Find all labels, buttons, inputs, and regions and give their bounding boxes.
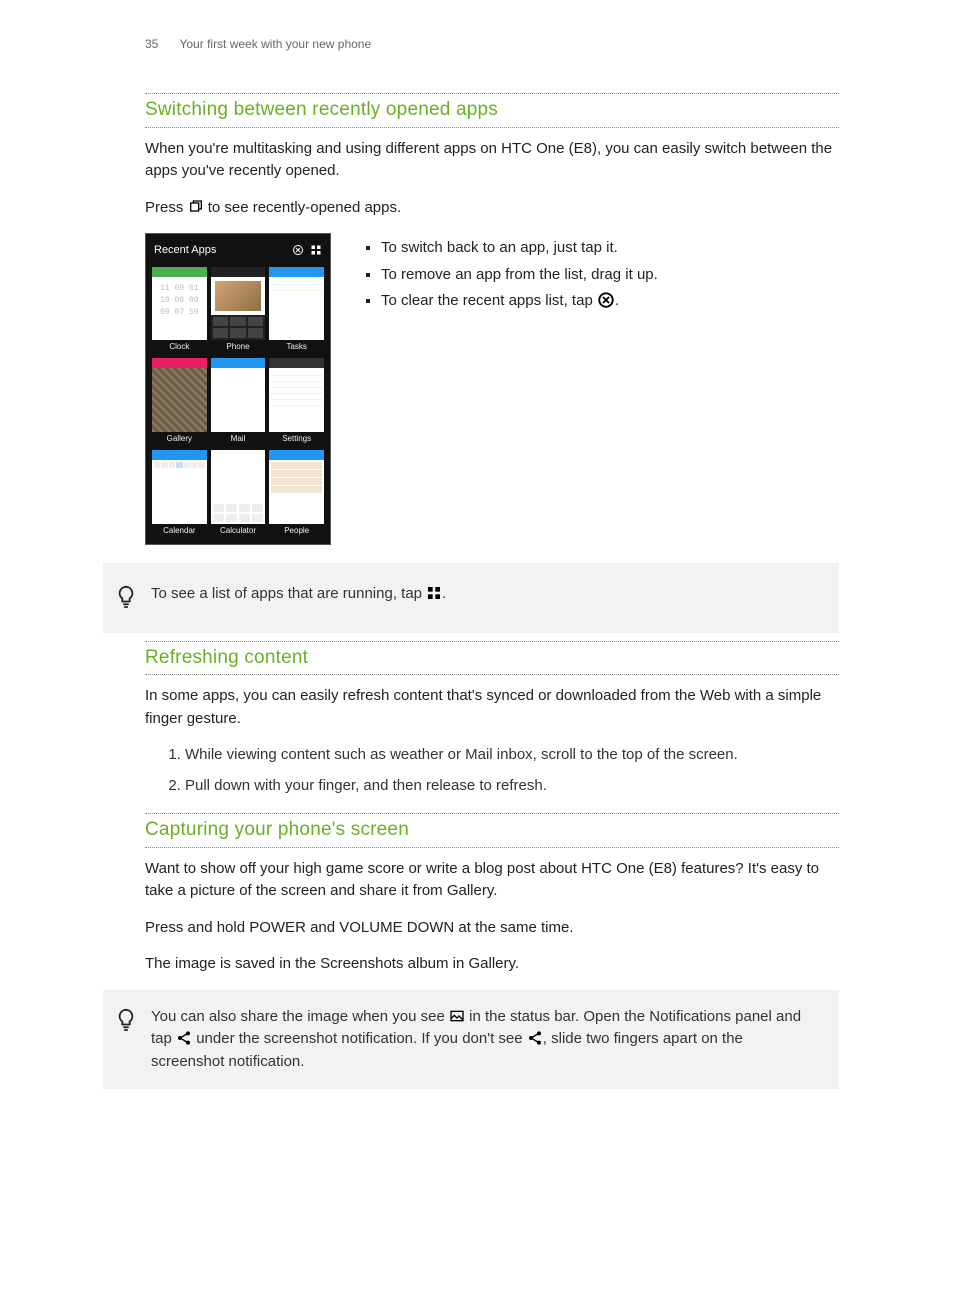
paragraph: Press to see recently-opened apps. xyxy=(145,197,839,220)
app-thumb: Calculator xyxy=(211,450,266,538)
screenshot-title: Recent Apps xyxy=(154,242,216,259)
screenshot-and-bullets: Recent Apps 11 09 0110 08 0009 07 59Cloc… xyxy=(145,233,839,545)
app-thumb: Tasks xyxy=(269,267,324,355)
app-thumb: Gallery xyxy=(152,358,207,446)
tip-box: You can also share the image when you se… xyxy=(103,990,839,1090)
picture-icon xyxy=(449,1008,465,1024)
apps-grid-icon xyxy=(426,585,442,601)
recent-apps-screenshot: Recent Apps 11 09 0110 08 0009 07 59Cloc… xyxy=(145,233,331,545)
section-title-refreshing: Refreshing content xyxy=(145,641,839,676)
tip-text: To see a list of apps that are running, … xyxy=(151,583,446,606)
header-section: Your first week with your new phone xyxy=(179,37,371,51)
list-item: To remove an app from the list, drag it … xyxy=(381,264,658,287)
bullet-list: To switch back to an app, just tap it. T… xyxy=(361,233,658,545)
list-item: Pull down with your finger, and then rel… xyxy=(185,775,839,798)
app-thumb: Mail xyxy=(211,358,266,446)
tip-text: You can also share the image when you se… xyxy=(151,1006,819,1074)
section-title-capturing: Capturing your phone's screen xyxy=(145,813,839,848)
page-number: 35 xyxy=(145,37,158,51)
numbered-list: While viewing content such as weather or… xyxy=(145,744,839,797)
paragraph: The image is saved in the Screenshots al… xyxy=(145,953,839,976)
app-thumb: Phone xyxy=(211,267,266,355)
recent-apps-icon xyxy=(188,199,204,215)
app-thumb: Settings xyxy=(269,358,324,446)
list-item: To clear the recent apps list, tap . xyxy=(381,290,658,313)
page-header: 35 Your first week with your new phone xyxy=(145,35,839,53)
grid-icon xyxy=(310,244,322,256)
share-icon xyxy=(527,1030,543,1046)
list-item: While viewing content such as weather or… xyxy=(185,744,839,767)
paragraph: When you're multitasking and using diffe… xyxy=(145,138,839,183)
app-thumb: People xyxy=(269,450,324,538)
close-all-icon xyxy=(292,244,304,256)
paragraph: In some apps, you can easily refresh con… xyxy=(145,685,839,730)
share-icon xyxy=(176,1030,192,1046)
app-thumb: Calendar xyxy=(152,450,207,538)
list-item: To switch back to an app, just tap it. xyxy=(381,237,658,260)
clear-all-icon xyxy=(597,291,615,309)
lightbulb-icon xyxy=(115,585,137,613)
tip-box: To see a list of apps that are running, … xyxy=(103,563,839,633)
section-title-switching: Switching between recently opened apps xyxy=(145,93,839,128)
paragraph: Press and hold POWER and VOLUME DOWN at … xyxy=(145,917,839,940)
lightbulb-icon xyxy=(115,1008,137,1036)
paragraph: Want to show off your high game score or… xyxy=(145,858,839,903)
app-thumb: 11 09 0110 08 0009 07 59Clock xyxy=(152,267,207,355)
